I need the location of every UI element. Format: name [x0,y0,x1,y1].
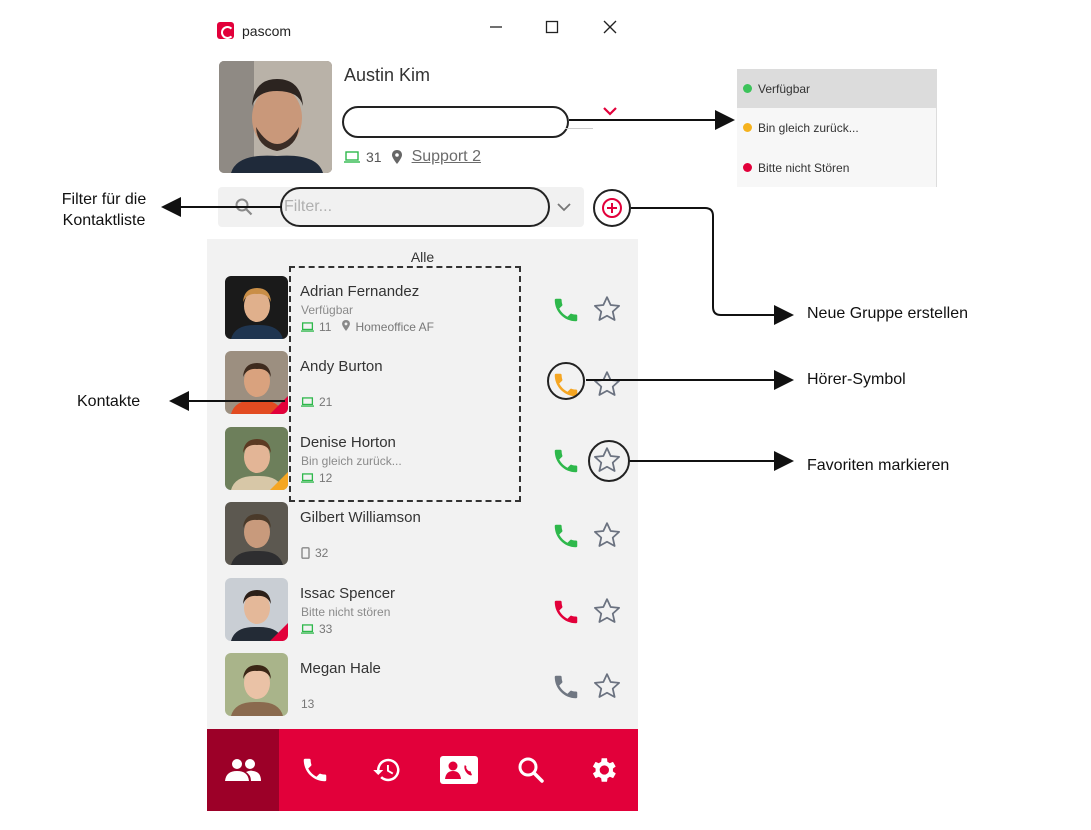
annotation-arrows [161,110,794,471]
handset-highlight-circle [547,362,585,400]
favorite-highlight-circle [588,440,630,482]
